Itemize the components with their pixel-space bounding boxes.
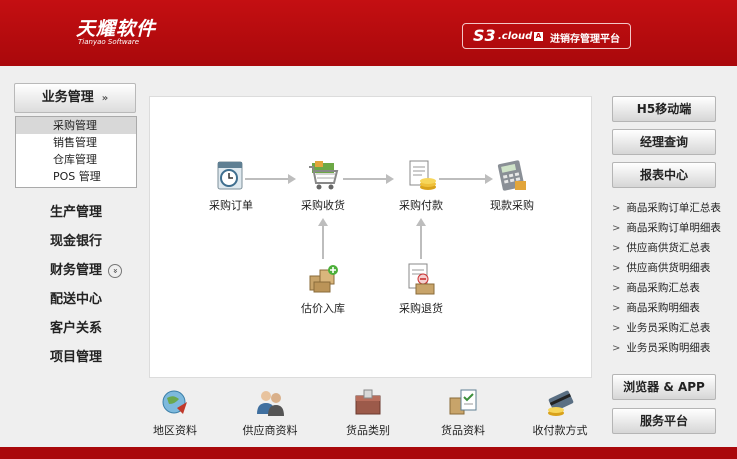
report-link-label: 商品采购汇总表 (626, 282, 700, 294)
report-link[interactable]: > 业务员采购汇总表 (612, 318, 737, 338)
submenu-item-sales[interactable]: 销售管理 (16, 134, 136, 151)
bottom-bar (0, 447, 737, 459)
flow-node-label: 采购付款 (399, 199, 443, 212)
manager-query-button[interactable]: 经理查询 (612, 129, 716, 155)
flow-node-label: 采购退货 (399, 302, 443, 315)
report-link-label: 商品采购明细表 (626, 302, 700, 314)
report-link-label: 商品采购订单汇总表 (626, 202, 721, 214)
product-s3-text: S3 (473, 26, 496, 45)
company-logo: 天耀软件 Tianyao Software (76, 18, 156, 46)
nav-item-projects[interactable]: 项目管理 (50, 346, 102, 365)
shortcut-label: 收付款方式 (532, 424, 588, 437)
flow-connector (322, 225, 324, 259)
calculator-icon (495, 159, 529, 193)
nav-item-crm[interactable]: 客户关系 (50, 317, 102, 336)
report-link-label: 供应商供货汇总表 (626, 242, 711, 254)
shortcut-product-data[interactable]: 货品资料 (428, 386, 498, 438)
flow-node-label: 采购订单 (209, 199, 253, 212)
submenu-item-purchase[interactable]: 采购管理 (16, 117, 136, 134)
shortcut-label: 货品类别 (346, 424, 390, 437)
top-banner: 天耀软件 Tianyao Software S3 .cloud A 进销存管理平… (0, 0, 737, 66)
shortcut-label: 地区资料 (153, 424, 197, 437)
report-link-label: 商品采购订单明细表 (626, 222, 721, 234)
report-link[interactable]: > 业务员采购明细表 (612, 338, 737, 358)
people-icon (254, 386, 286, 418)
flow-node-label: 现款采购 (490, 199, 534, 212)
card-payment-icon (544, 386, 576, 418)
arrow-up-icon (416, 218, 426, 226)
arrow-up-icon (318, 218, 328, 226)
flow-node-purchase-return[interactable]: 采购退货 (386, 262, 456, 316)
shortcut-label: 货品资料 (441, 424, 485, 437)
basic-data-shortcuts: 地区资料 供应商资料 货品类别 货品资料 收付款方式 (140, 386, 595, 438)
chevron-right-icon: > (612, 303, 621, 314)
chevron-right-icon: > (612, 203, 621, 214)
product-badge: S3 .cloud A 进销存管理平台 (462, 23, 631, 49)
chevron-right-icon: > (612, 243, 621, 254)
shortcut-supplier-data[interactable]: 供应商资料 (235, 386, 305, 438)
boxes-add-icon (306, 262, 340, 296)
report-link-label: 业务员采购明细表 (626, 342, 711, 354)
chevron-right-icon: > (612, 263, 621, 274)
shortcut-region-data[interactable]: 地区资料 (140, 386, 210, 438)
report-link[interactable]: > 供应商供货明细表 (612, 258, 737, 278)
nav-header-label: 业务管理 (41, 90, 94, 105)
nav-item-label: 项目管理 (50, 350, 103, 365)
report-link-label: 供应商供货明细表 (626, 262, 711, 274)
report-link-list: > 商品采购订单汇总表 > 商品采购订单明细表 > 供应商供货汇总表 > 供应商供货明细… (612, 198, 737, 358)
nav-item-label: 配送中心 (50, 292, 103, 307)
nav-item-label: 现金银行 (50, 234, 103, 249)
report-link-label: 业务员采购汇总表 (626, 322, 711, 334)
chevron-right-icon: > (612, 283, 621, 294)
flow-node-purchase-receiving[interactable]: 采购收货 (288, 159, 358, 213)
box-category-icon (352, 386, 384, 418)
chevron-right-icon: > (612, 343, 621, 354)
product-platform-text: 进销存管理平台 (550, 34, 620, 45)
cloud-badge-icon: A (534, 32, 543, 41)
flow-node-label: 估价入库 (301, 302, 345, 315)
service-platform-button[interactable]: 服务平台 (612, 408, 716, 434)
nav-item-cash-bank[interactable]: 现金银行 (50, 230, 102, 249)
report-link[interactable]: > 商品采购订单汇总表 (612, 198, 737, 218)
browser-app-button[interactable]: 浏览器 & APP (612, 374, 716, 400)
document-coins-icon (404, 159, 438, 193)
report-link[interactable]: > 商品采购订单明细表 (612, 218, 737, 238)
product-checklist-icon (447, 386, 479, 418)
flow-connector (420, 225, 422, 259)
flow-node-purchase-order[interactable]: 采购订单 (196, 159, 266, 213)
flow-node-cash-purchase[interactable]: 现款采购 (477, 159, 547, 213)
double-chevron-down-icon: » (101, 93, 109, 104)
report-link[interactable]: > 商品采购汇总表 (612, 278, 737, 298)
report-link[interactable]: > 供应商供货汇总表 (612, 238, 737, 258)
flow-node-label: 采购收货 (301, 199, 345, 212)
calendar-clock-icon (214, 159, 248, 193)
globe-icon (159, 386, 191, 418)
flow-node-estimated-inbound[interactable]: 估价入库 (288, 262, 358, 316)
flow-node-purchase-payment[interactable]: 采购付款 (386, 159, 456, 213)
document-return-icon (404, 262, 438, 296)
chevron-right-icon: > (612, 223, 621, 234)
nav-item-finance[interactable]: 财务管理 » (50, 259, 123, 278)
report-link[interactable]: > 商品采购明细表 (612, 298, 737, 318)
chevron-right-icon: > (612, 323, 621, 334)
shortcut-product-category[interactable]: 货品类别 (333, 386, 403, 438)
nav-item-production[interactable]: 生产管理 (50, 201, 102, 220)
shortcut-payment-methods[interactable]: 收付款方式 (525, 386, 595, 438)
submenu-item-pos[interactable]: POS 管理 (16, 168, 136, 185)
brand-name: 天耀软件 (76, 18, 157, 40)
h5-mobile-button[interactable]: H5移动端 (612, 96, 716, 122)
nav-item-label: 客户关系 (50, 321, 103, 336)
report-center-button[interactable]: 报表中心 (612, 162, 716, 188)
business-submenu: 采购管理 销售管理 仓库管理 POS 管理 (15, 116, 137, 188)
nav-item-label: 生产管理 (50, 205, 103, 220)
shopping-cart-icon (306, 159, 340, 193)
submenu-item-warehouse[interactable]: 仓库管理 (16, 151, 136, 168)
product-cloud-text: .cloud (498, 31, 533, 42)
shortcut-label: 供应商资料 (242, 424, 298, 437)
nav-item-label: 财务管理 (50, 263, 103, 278)
purchase-flow-panel: 采购订单 采购收货 采购付款 现款采购 估价入库 采购退货 (149, 96, 592, 378)
nav-item-distribution[interactable]: 配送中心 (50, 288, 102, 307)
nav-header-business[interactable]: 业务管理 » (14, 83, 136, 113)
expand-circle-icon: » (108, 264, 123, 278)
